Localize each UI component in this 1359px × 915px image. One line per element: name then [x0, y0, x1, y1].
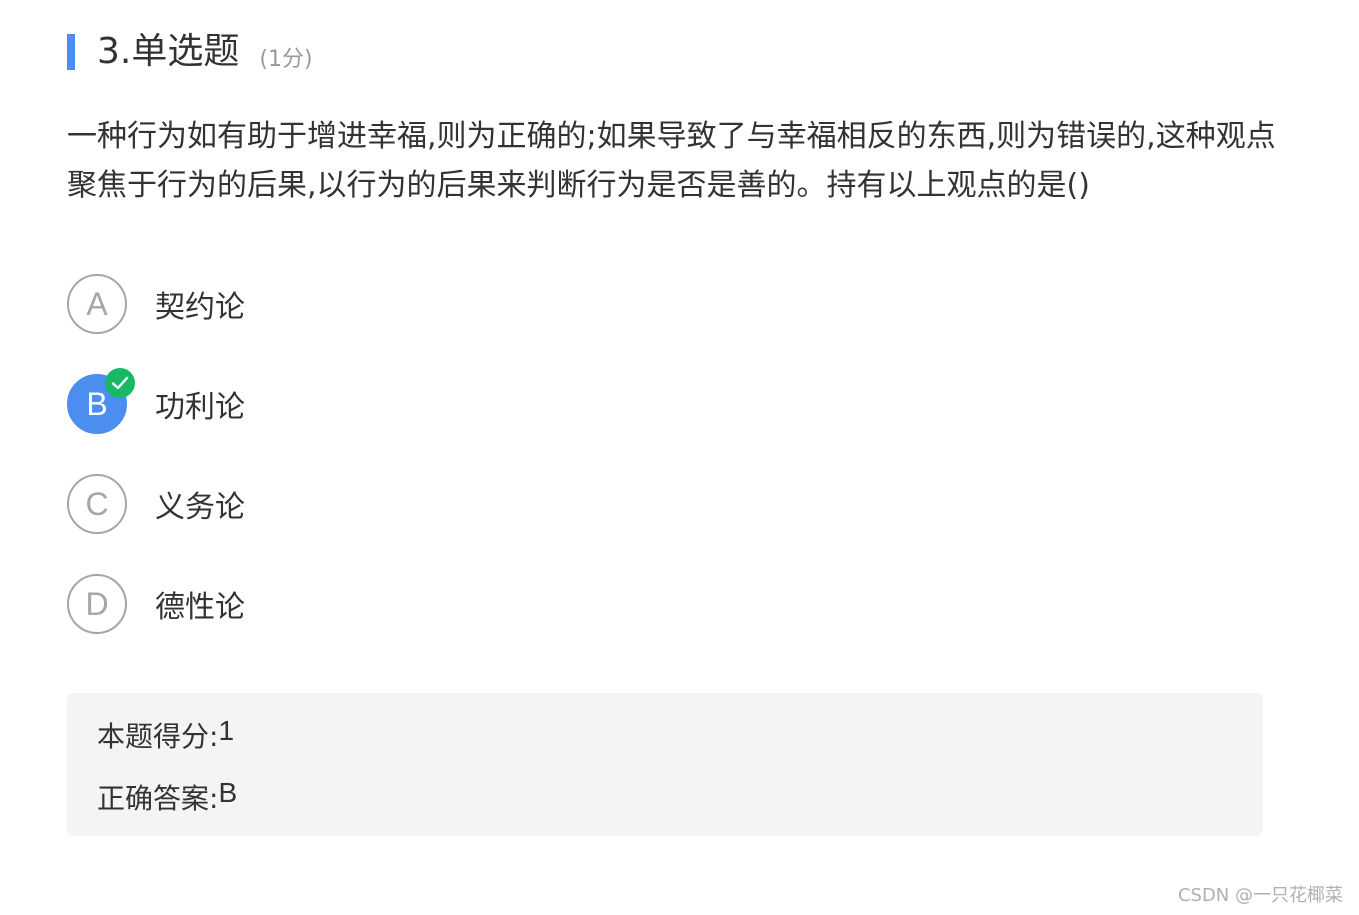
- options-list: A 契约论 B 功利论 C 义务论 D 德性论: [67, 274, 667, 674]
- question-score: (1分): [259, 47, 313, 72]
- option-text: 德性论: [155, 590, 245, 625]
- option-text: 功利论: [155, 390, 245, 425]
- title-accent-bar: [67, 34, 75, 70]
- score-label: 本题得分:: [97, 720, 219, 753]
- option-text: 契约论: [155, 290, 245, 325]
- question-stem: 一种行为如有助于增进幸福,则为正确的;如果导致了与幸福相反的东西,则为错误的,这…: [67, 119, 1276, 203]
- option-letter-circle[interactable]: D: [67, 574, 127, 634]
- question-header: 3.单选题 (1分): [67, 28, 313, 76]
- score-value: 1: [218, 715, 235, 746]
- option-b[interactable]: B 功利论: [67, 368, 667, 434]
- question-title: 3.单选题: [97, 31, 240, 72]
- answer-line: 正确答案: B: [97, 777, 237, 817]
- option-letter-circle[interactable]: A: [67, 274, 127, 334]
- option-letter: A: [86, 285, 108, 322]
- option-c[interactable]: C 义务论: [67, 474, 667, 534]
- option-d[interactable]: D 德性论: [67, 574, 667, 634]
- answer-value: B: [218, 777, 238, 808]
- score-line: 本题得分: 1: [97, 715, 234, 755]
- check-icon: [105, 368, 135, 398]
- option-letter: D: [85, 585, 109, 622]
- option-letter-circle[interactable]: B: [67, 368, 135, 434]
- option-a[interactable]: A 契约论: [67, 274, 667, 334]
- option-letter-circle[interactable]: C: [67, 474, 127, 534]
- option-letter: B: [86, 385, 108, 422]
- answer-label: 正确答案:: [97, 782, 219, 815]
- watermark: CSDN @一只花椰菜: [1177, 885, 1343, 906]
- option-letter: C: [85, 485, 109, 522]
- result-panel: 本题得分: 1 正确答案: B: [67, 693, 1263, 836]
- option-text: 义务论: [155, 490, 245, 525]
